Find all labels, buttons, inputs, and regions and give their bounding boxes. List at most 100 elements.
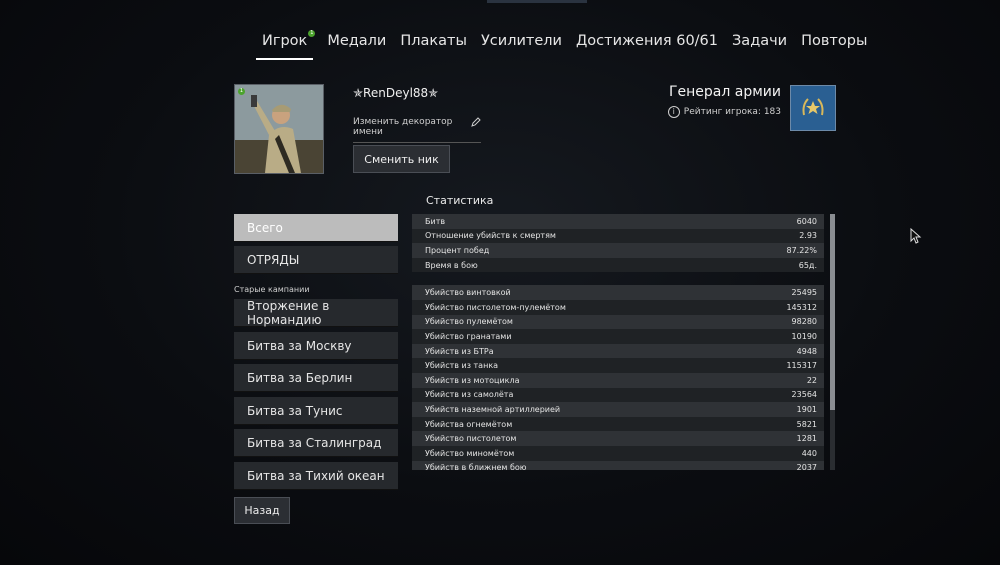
stat-label: Убийства огнемётом — [425, 419, 513, 429]
table-row: Битв 6040 — [412, 214, 824, 229]
table-row: Убийство пулемётом 98280 — [412, 314, 824, 330]
table-row: Убийств в ближнем бою 2037 — [412, 460, 824, 470]
stat-value: 145312 — [786, 302, 817, 312]
table-row: Убийств из БТРа 4948 — [412, 343, 824, 359]
tab-posters[interactable]: Плакаты — [400, 33, 467, 60]
stat-label: Убийство пулемётом — [425, 317, 513, 327]
tab-label: Повторы — [801, 33, 868, 49]
sidebar-item-moscow[interactable]: Битва за Москву — [234, 332, 398, 360]
tab-achievements[interactable]: Достижения 60/61 — [576, 33, 718, 60]
stat-value: 6040 — [796, 216, 817, 226]
change-nick-label: Сменить ник — [364, 152, 439, 166]
sidebar-item-label: Битва за Тихий океан — [247, 468, 385, 483]
stat-label: Время в бою — [425, 260, 478, 270]
rating-text: Рейтинг игрока: 183 — [683, 107, 781, 117]
rank-badge — [790, 85, 836, 131]
main-tabs: Игрок 1 Медали Плакаты Усилители Достиже… — [256, 30, 867, 60]
sidebar-item-label: Всего — [247, 220, 283, 235]
sidebar-item-label: Битва за Тунис — [247, 403, 343, 418]
stats-table: Битв 6040 Отношение убийств к смертям 2.93 П… — [412, 214, 830, 470]
stat-value: 2037 — [796, 463, 817, 470]
mouse-cursor-icon — [910, 228, 922, 244]
stat-label: Убийств из мотоцикла — [425, 375, 520, 385]
stat-label: Процент побед — [425, 245, 490, 255]
rank-title: Генерал армии — [668, 84, 781, 100]
table-row: Процент побед 87.22% — [412, 243, 824, 258]
table-row: Убийство винтовкой 25495 — [412, 285, 824, 300]
stat-value: 87.22% — [786, 245, 817, 255]
back-label: Назад — [244, 504, 280, 517]
stat-value: 1901 — [796, 404, 817, 414]
stats-title: Статистика — [426, 194, 494, 207]
stat-value: 1281 — [796, 434, 817, 444]
stat-value: 98280 — [791, 317, 817, 327]
stat-label: Убийство пистолетом — [425, 434, 517, 444]
info-icon[interactable]: i — [667, 106, 680, 118]
stat-value: 10190 — [791, 331, 817, 341]
stat-label: Убийств из танка — [425, 361, 499, 371]
stats-scrollbar-thumb[interactable] — [830, 214, 835, 410]
stat-value: 23564 — [791, 390, 817, 400]
stat-label: Убийств в ближнем бою — [425, 463, 527, 470]
sidebar-item-berlin[interactable]: Битва за Берлин — [234, 364, 398, 392]
player-username: ✯RenDeyl88✯ — [353, 86, 439, 100]
tab-tasks[interactable]: Задачи — [732, 33, 787, 60]
stat-value: 25495 — [791, 288, 817, 298]
sidebar-item-label: ОТРЯДЫ — [247, 252, 300, 267]
stat-label: Убийств наземной артиллерией — [425, 404, 561, 414]
tab-medals[interactable]: Медали — [327, 33, 386, 60]
stat-value: 65д. — [798, 260, 817, 270]
soldier-portrait-icon — [235, 85, 323, 173]
sidebar-item-total[interactable]: Всего — [234, 214, 398, 242]
tab-replays[interactable]: Повторы — [801, 33, 867, 60]
sidebar-item-pacific[interactable]: Битва за Тихий океан — [234, 462, 398, 490]
table-row: Убийств наземной артиллерией 1901 — [412, 402, 824, 417]
stat-label: Убийство пистолетом-пулемётом — [425, 302, 566, 312]
table-row: Убийства огнемётом 5821 — [412, 416, 824, 432]
sidebar-item-squads[interactable]: ОТРЯДЫ — [234, 246, 398, 274]
table-row: Отношение убийств к смертям 2.93 — [412, 228, 824, 244]
stat-value: 2.93 — [799, 231, 817, 241]
rank-emblem-icon — [802, 98, 824, 116]
stat-value: 22 — [806, 375, 817, 385]
tab-label: Усилители — [480, 33, 562, 49]
avatar[interactable]: 1 — [234, 84, 324, 174]
sidebar-item-normandy[interactable]: Вторжение в Нормандию — [234, 299, 398, 327]
decorator-label: Изменить декоратор имени — [353, 117, 453, 137]
tab-label: Плакаты — [400, 33, 467, 49]
table-row: Время в бою 65д. — [412, 257, 824, 273]
top-edge-marker — [487, 0, 587, 3]
tab-label: Достижения 60/61 — [575, 33, 719, 49]
sidebar-item-tunisia[interactable]: Битва за Тунис — [234, 397, 398, 425]
table-row: Убийство пистолетом-пулемётом 145312 — [412, 299, 824, 315]
stat-value: 440 — [801, 448, 817, 458]
player-rating: i Рейтинг игрока: 183 — [667, 106, 781, 118]
stat-value: 5821 — [796, 419, 817, 429]
stat-label: Убийство винтовкой — [425, 288, 511, 298]
sidebar-item-label: Битва за Берлин — [247, 370, 353, 385]
stat-label: Отношение убийств к смертям — [425, 231, 556, 241]
old-campaigns-heading: Старые кампании — [234, 285, 310, 294]
stat-label: Убийств из самолёта — [425, 390, 514, 400]
table-row: Убийство пистолетом 1281 — [412, 431, 824, 446]
change-decorator-link[interactable]: Изменить декоратор имени — [353, 117, 481, 143]
tab-label: Медали — [327, 33, 387, 49]
pencil-icon — [471, 117, 481, 127]
sidebar-item-label: Битва за Москву — [247, 338, 352, 353]
stat-value: 4948 — [796, 346, 817, 356]
stat-label: Убийство миномётом — [425, 448, 515, 458]
table-row: Убийств из танка 115317 — [412, 358, 824, 373]
tab-player[interactable]: Игрок 1 — [256, 30, 316, 60]
back-button[interactable]: Назад — [234, 497, 290, 524]
tab-label: Задачи — [732, 33, 788, 49]
notification-badge: 1 — [308, 30, 316, 37]
tab-boosters[interactable]: Усилители — [481, 33, 562, 60]
stat-label: Убийство гранатами — [425, 331, 512, 341]
sidebar-item-stalingrad[interactable]: Битва за Сталинград — [234, 429, 398, 457]
stat-label: Убийств из БТРа — [425, 346, 494, 356]
table-row: Убийств из мотоцикла 22 — [412, 372, 824, 388]
change-nick-button[interactable]: Сменить ник — [353, 145, 450, 173]
stat-label: Битв — [425, 216, 446, 226]
sidebar-item-label: Вторжение в Нормандию — [247, 298, 330, 327]
table-row: Убийство миномётом 440 — [412, 445, 824, 461]
